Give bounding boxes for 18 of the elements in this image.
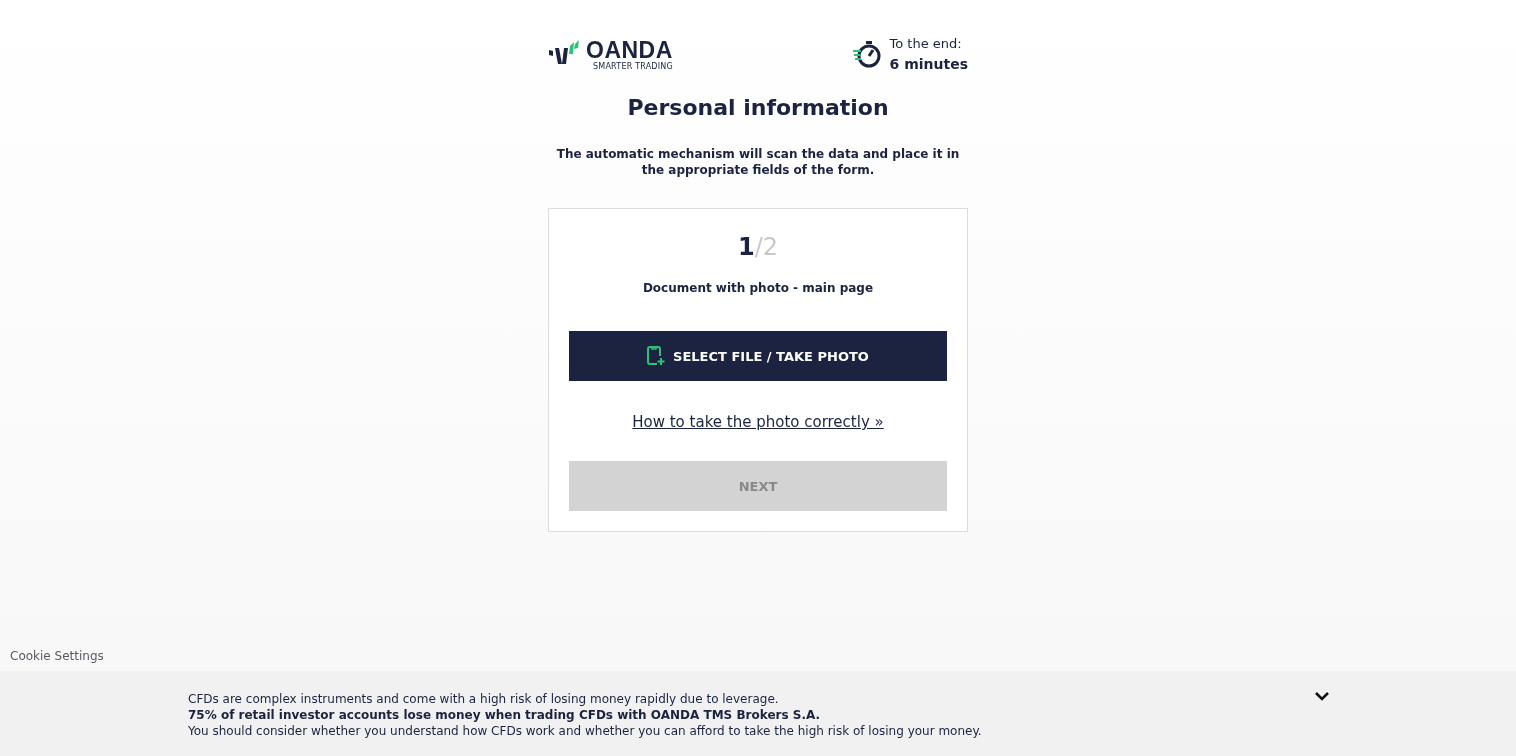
risk-warning-text: 75% of retail investor accounts lose money when trading CFDs with OANDA TMS Brokers S.A. [188, 707, 822, 723]
phone-plus-icon [647, 346, 666, 366]
chevron-icon [1314, 691, 1330, 701]
current-step: 1 [737, 233, 755, 261]
document-label: Document with photo - main page [642, 281, 874, 295]
logo-tagline: SMARTER TRADING [593, 61, 673, 71]
expand-toggle[interactable] [1312, 689, 1332, 703]
timer-label: To the end: [889, 35, 963, 53]
logo-wordmark: OANDA [586, 37, 673, 62]
photo-help-link[interactable]: How to take the photo correctly » [632, 413, 884, 431]
cookie-settings-link[interactable]: Cookie Settings [0, 649, 114, 671]
intro-text: The automatic mechanism will scan the data and place it in the appropriate fields of the form. [555, 146, 961, 178]
stopwatch-icon [851, 39, 882, 69]
risk-warning-text: CFDs are complex instruments and come with a high risk of losing money rapidly due to leverage. [188, 691, 780, 707]
select-file-button[interactable]: SELECT FILE / TAKE PHOTO [569, 331, 947, 381]
timer-value: 6 minutes [889, 55, 968, 74]
risk-warning-text: You should consider whether you understand how CFDs work and whether you can afford to take the high risk of losing your money. [188, 723, 982, 739]
page-title: Personal information [627, 95, 889, 120]
